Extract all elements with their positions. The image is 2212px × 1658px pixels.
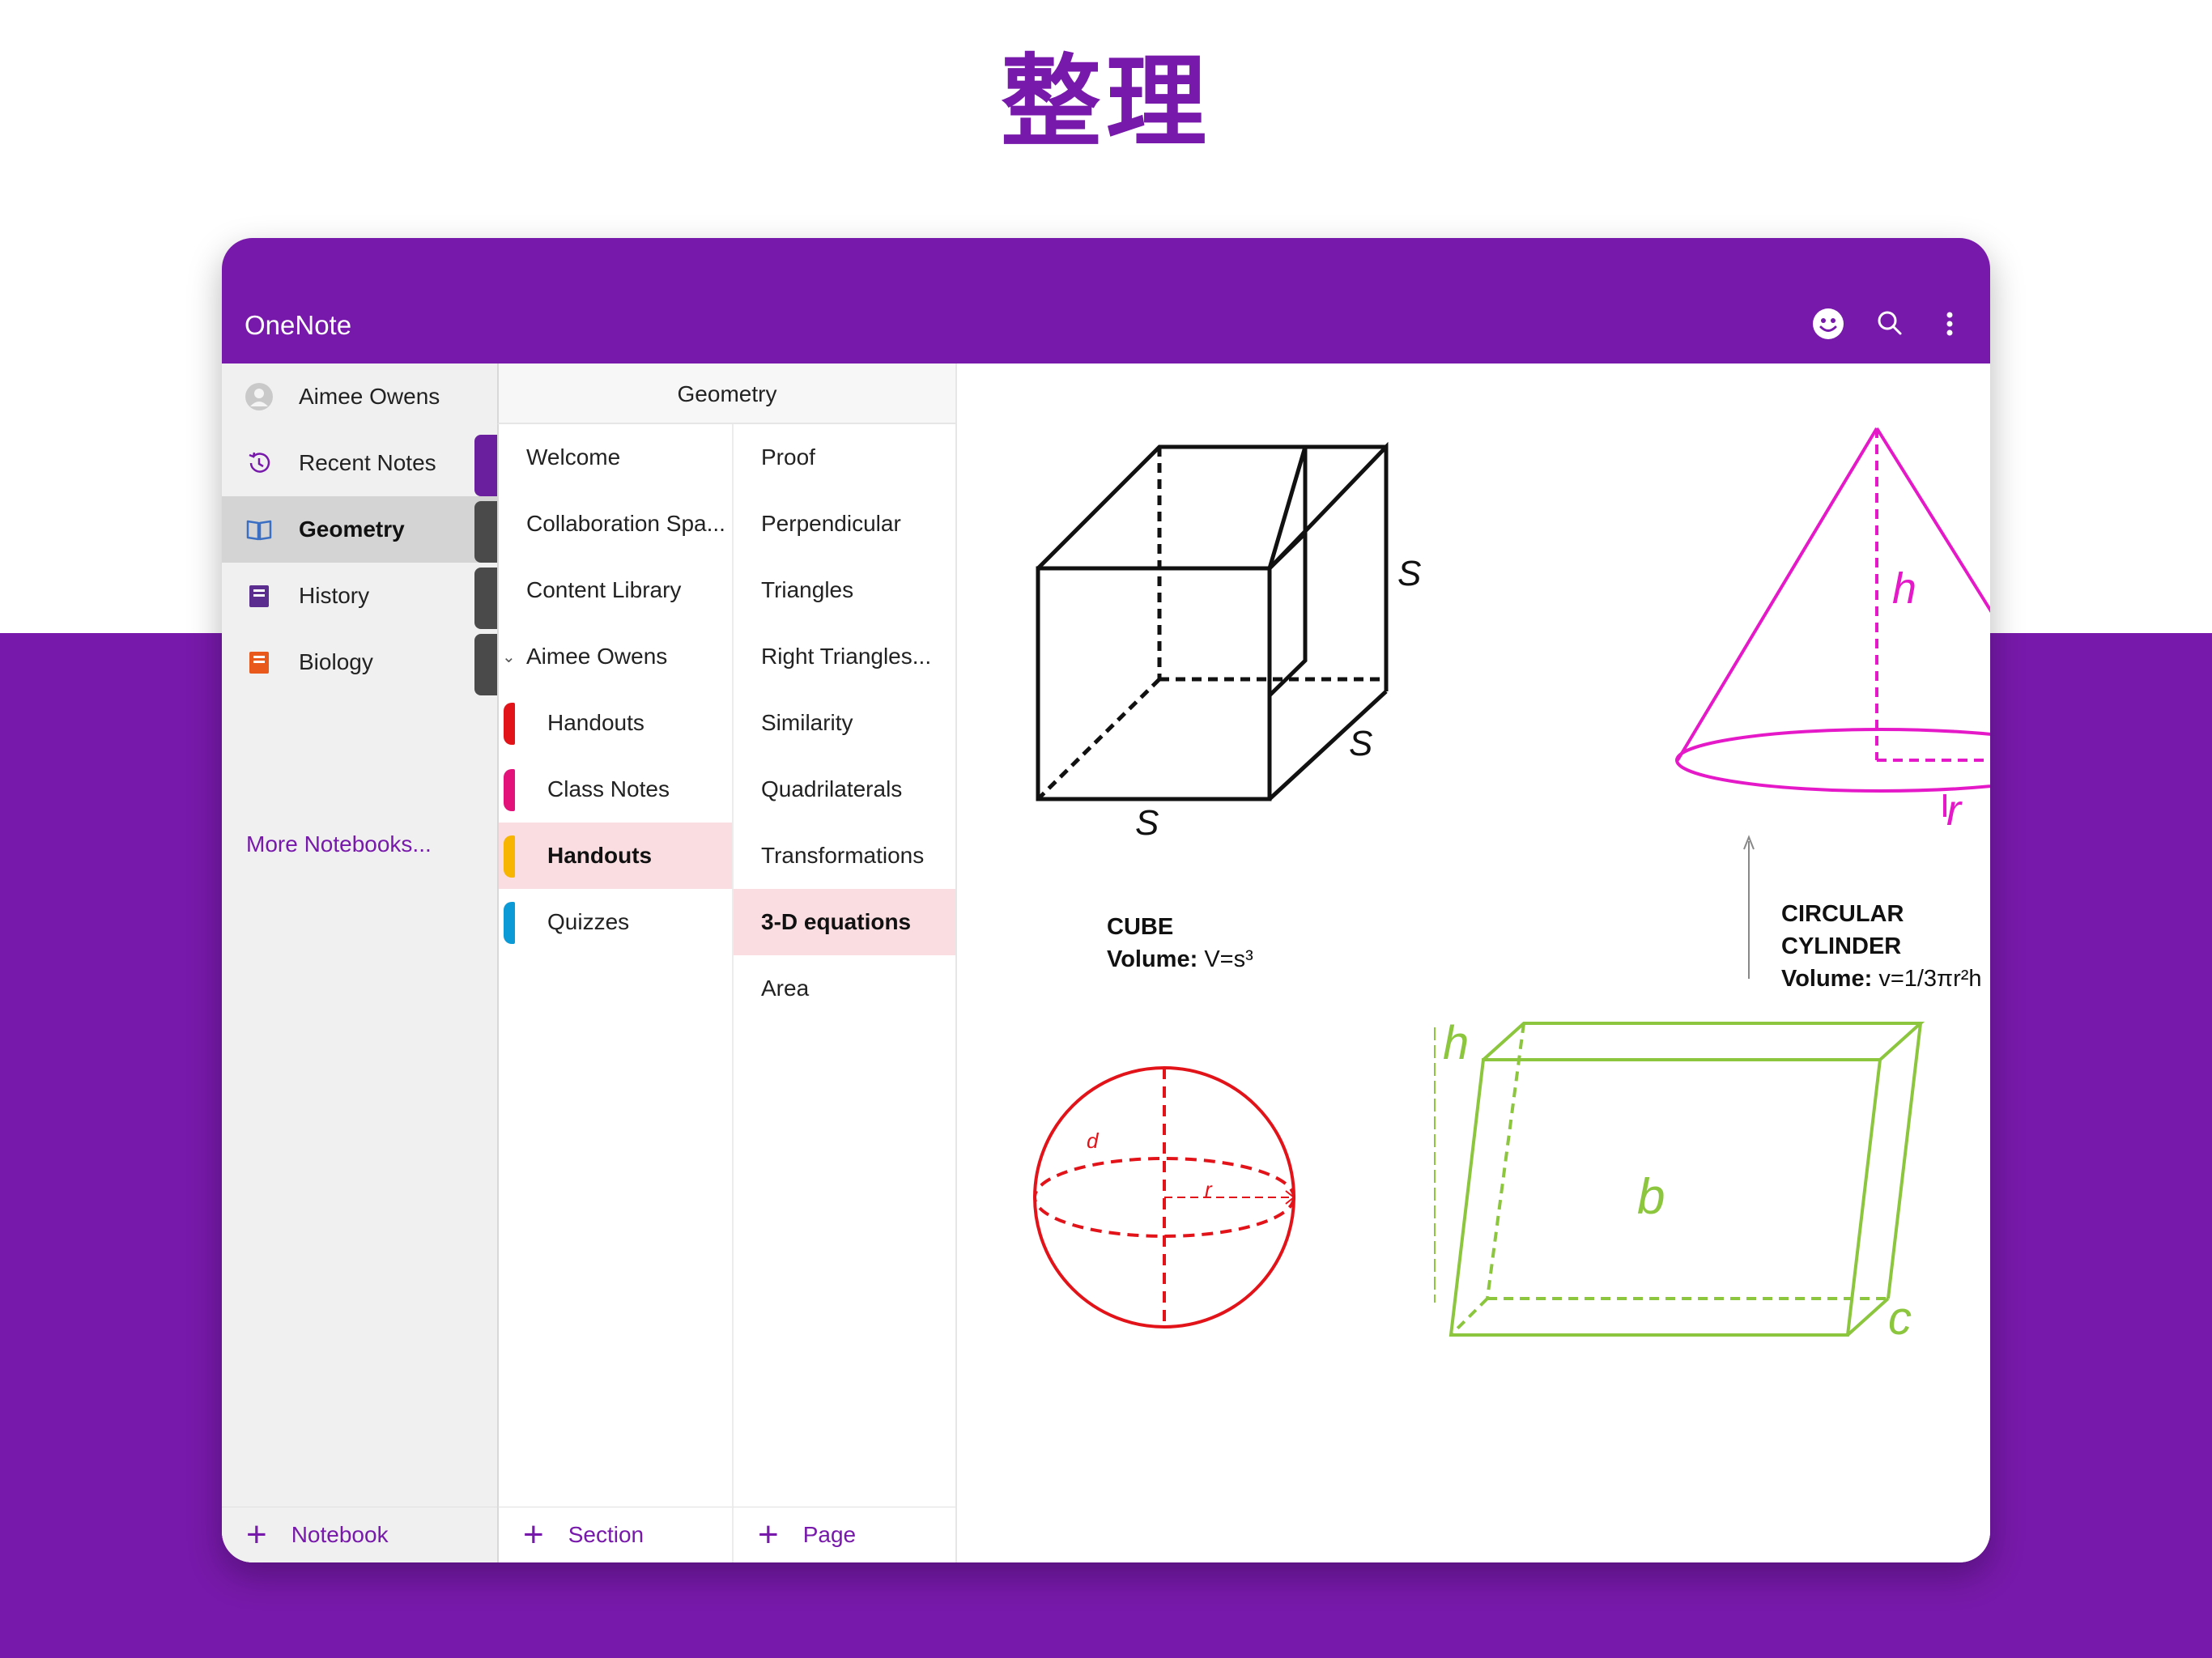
chevron-down-icon: ⌄ xyxy=(502,648,516,666)
prism-label-h: h xyxy=(1443,1017,1470,1069)
account-row[interactable]: Aimee Owens xyxy=(222,363,497,430)
plus-icon: + xyxy=(758,1515,779,1554)
cube-volume-label: Volume: xyxy=(1107,946,1198,972)
sphere-drawing xyxy=(1033,1066,1295,1329)
page-item[interactable]: Triangles xyxy=(734,557,957,623)
cone-drawing xyxy=(1675,427,1990,817)
notebook-tab-purple xyxy=(474,435,497,496)
notebook-item-geometry[interactable]: Geometry xyxy=(222,496,497,563)
avatar-icon xyxy=(245,382,274,411)
cone-label-r: r xyxy=(1946,786,1961,835)
prism-drawing xyxy=(1434,1022,1925,1337)
page-item[interactable]: Perpendicular xyxy=(734,491,957,557)
cube-label-s: S xyxy=(1349,724,1373,763)
sphere-label-r: r xyxy=(1205,1177,1212,1201)
notebook-icon xyxy=(245,648,274,677)
pointer-arrow xyxy=(1743,835,1755,979)
plus-icon: + xyxy=(523,1515,544,1554)
section-item-handouts-active[interactable]: Handouts xyxy=(499,823,734,889)
recent-notes-label: Recent Notes xyxy=(299,450,436,475)
notebook-tab-history xyxy=(474,568,497,629)
section-item[interactable]: Content Library xyxy=(499,557,734,623)
history-clock-icon xyxy=(245,449,274,478)
section-group-label: Aimee Owens xyxy=(526,644,668,669)
section-label: Class Notes xyxy=(547,776,670,801)
more-notebooks-link[interactable]: More Notebooks... xyxy=(246,831,432,857)
notebook-item-history[interactable]: History xyxy=(222,563,497,629)
recent-notes-item[interactable]: Recent Notes xyxy=(222,430,497,496)
sphere-label-d: d xyxy=(1087,1129,1099,1153)
add-page-button[interactable]: + Page xyxy=(732,1507,955,1562)
cube-title: CUBE xyxy=(1107,914,1174,940)
section-group-aimee-owens[interactable]: ⌄ Aimee Owens xyxy=(499,623,734,690)
section-color-tab xyxy=(504,703,515,745)
section-color-tab xyxy=(504,769,515,811)
section-color-tab xyxy=(504,835,515,878)
plus-icon: + xyxy=(246,1515,267,1554)
notebook-tab-biology xyxy=(474,634,497,695)
add-notebook-button[interactable]: + Notebook xyxy=(222,1507,497,1562)
app-title: OneNote xyxy=(245,310,352,340)
cone-volume-formula: v=1/3πr²h xyxy=(1878,966,1982,992)
notebook-label-biology: Biology xyxy=(299,649,373,674)
prism-label-b: b xyxy=(1637,1169,1665,1225)
section-color-tab xyxy=(504,902,515,944)
page-item[interactable]: Area xyxy=(734,955,957,1022)
more-vertical-icon[interactable] xyxy=(1930,304,1969,343)
page-item[interactable]: Quadrilaterals xyxy=(734,756,957,823)
sections-pane: Welcome Collaboration Spa... Content Lib… xyxy=(497,424,734,1562)
add-section-button[interactable]: + Section xyxy=(497,1507,732,1562)
page-item[interactable]: Right Triangles... xyxy=(734,623,957,690)
cube-label-s: S xyxy=(1397,554,1422,593)
section-item[interactable]: Collaboration Spa... xyxy=(499,491,734,557)
app-titlebar: OneNote xyxy=(222,238,1990,363)
notebooks-pane: Aimee Owens Recent Notes Geometry Histor… xyxy=(222,363,497,1562)
notebook-label-history: History xyxy=(299,583,370,608)
cone-volume-label: Volume: xyxy=(1781,966,1873,992)
notebook-item-biology[interactable]: Biology xyxy=(222,629,497,695)
smiley-icon[interactable] xyxy=(1809,304,1848,343)
cone-caption: CIRCULAR CYLINDER Volume: v=1/3πr²h xyxy=(1781,898,1990,995)
cube-label-s: S xyxy=(1135,803,1159,843)
section-label: Quizzes xyxy=(547,909,630,934)
account-name: Aimee Owens xyxy=(299,384,440,409)
notebook-tab-geometry xyxy=(474,501,497,563)
section-item-handouts[interactable]: Handouts xyxy=(499,690,734,756)
cube-caption: CUBE Volume: V=s³ xyxy=(1107,911,1253,976)
page-item[interactable]: Transformations xyxy=(734,823,957,889)
cube-volume-formula: V=s³ xyxy=(1204,946,1253,972)
section-label: Handouts xyxy=(547,710,644,735)
prism-label-c: c xyxy=(1888,1292,1912,1345)
notebook-label-geometry: Geometry xyxy=(299,517,405,542)
section-label: Handouts xyxy=(547,843,653,868)
section-item-quizzes[interactable]: Quizzes xyxy=(499,889,734,955)
search-icon[interactable] xyxy=(1870,304,1909,343)
page-item[interactable]: Similarity xyxy=(734,690,957,756)
add-page-label: Page xyxy=(802,1522,857,1547)
cube-drawing xyxy=(1036,441,1389,801)
page-item-active[interactable]: 3-D equations xyxy=(734,889,957,955)
section-item[interactable]: Welcome xyxy=(499,424,734,491)
page-item[interactable]: Proof xyxy=(734,424,957,491)
sections-header: Geometry xyxy=(497,363,955,424)
section-item-class-notes[interactable]: Class Notes xyxy=(499,756,734,823)
cone-title: CIRCULAR CYLINDER xyxy=(1781,901,1904,959)
open-book-icon xyxy=(245,515,274,544)
add-notebook-label: Notebook xyxy=(291,1522,389,1547)
tablet-window: OneNote Aimee Owens Recent Notes Geometr… xyxy=(222,238,1990,1562)
hero-title: 整理 xyxy=(1000,45,1211,161)
note-canvas[interactable]: S S S CUBE Volume: V=s³ h r CIRCULAR CYL… xyxy=(955,363,1990,1562)
add-section-label: Section xyxy=(568,1522,644,1547)
pages-pane: Proof Perpendicular Triangles Right Tria… xyxy=(732,424,957,1562)
cone-label-h: h xyxy=(1892,564,1917,613)
notebook-icon xyxy=(245,581,274,610)
